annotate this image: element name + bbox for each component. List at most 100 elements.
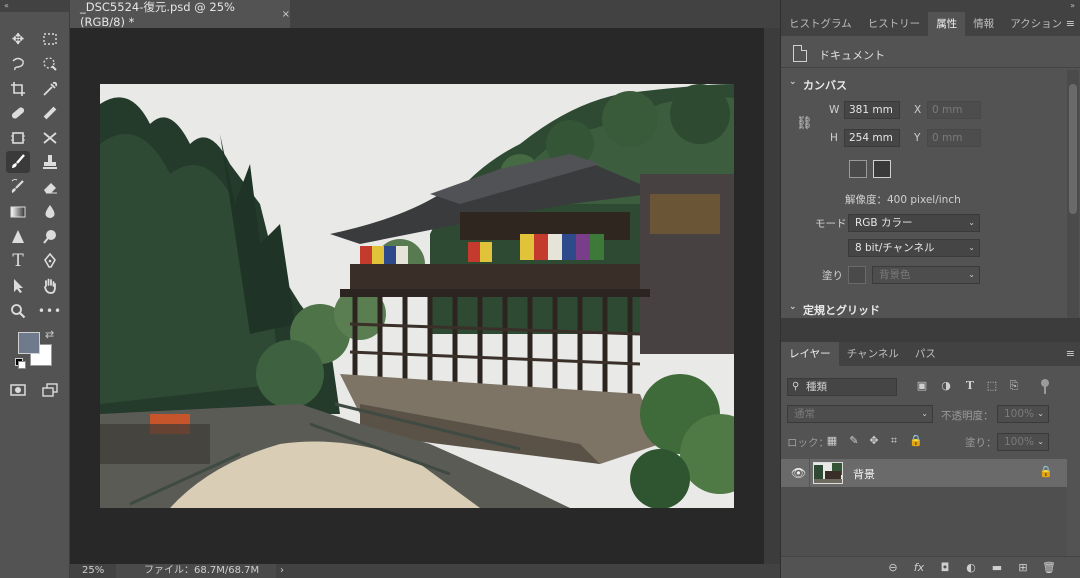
filter-smart-object-icon[interactable]: ⎘ bbox=[1007, 379, 1021, 393]
toolbar-collapse-button[interactable]: « bbox=[0, 0, 70, 12]
more-tools-icon[interactable]: ••• bbox=[38, 300, 62, 322]
portrait-orientation-icon[interactable] bbox=[849, 160, 867, 178]
tab-actions[interactable]: アクション bbox=[1002, 12, 1070, 36]
add-mask-icon[interactable]: ◘ bbox=[937, 560, 953, 576]
tab-histogram[interactable]: ヒストグラム bbox=[781, 12, 860, 36]
stamp-tool-icon[interactable] bbox=[38, 151, 62, 173]
lock-artboard-icon[interactable]: ⌗ bbox=[887, 434, 901, 448]
pen-tool-icon[interactable] bbox=[38, 250, 62, 272]
y-field[interactable]: 0 mm bbox=[927, 129, 981, 147]
tab-channels[interactable]: チャンネル bbox=[839, 342, 907, 366]
tab-properties[interactable]: 属性 bbox=[928, 12, 966, 36]
y-label: Y bbox=[914, 132, 921, 144]
foreground-color-swatch[interactable] bbox=[18, 332, 40, 354]
spot-healing-tool-icon[interactable] bbox=[6, 102, 30, 124]
document-canvas-image[interactable] bbox=[100, 84, 734, 508]
landscape-orientation-icon[interactable] bbox=[873, 160, 891, 178]
gradient-tool-icon[interactable] bbox=[6, 201, 30, 223]
opacity-field[interactable]: 100% ⌄ bbox=[997, 405, 1049, 423]
layer-name[interactable]: 背景 bbox=[853, 466, 875, 482]
close-tab-icon[interactable]: × bbox=[282, 9, 290, 20]
scrollbar-thumb[interactable] bbox=[1069, 84, 1077, 214]
marquee-tool-icon[interactable] bbox=[38, 28, 62, 50]
panel-collapse-button[interactable]: » bbox=[781, 0, 1080, 12]
lock-all-icon[interactable]: 🔒 bbox=[909, 434, 923, 448]
artboard-tool-icon[interactable] bbox=[6, 127, 30, 149]
layer-row[interactable]: 👁 背景 🔒 bbox=[781, 459, 1067, 487]
eraser-tool-icon[interactable] bbox=[38, 176, 62, 198]
dodge-tool-icon[interactable] bbox=[38, 226, 62, 248]
tab-layers[interactable]: レイヤー bbox=[781, 342, 839, 366]
quick-mask-icon[interactable] bbox=[6, 379, 30, 401]
opacity-value: 100% bbox=[1004, 408, 1035, 420]
layer-filter-select[interactable]: 種類 bbox=[787, 378, 897, 396]
default-colors-icon[interactable] bbox=[15, 358, 26, 369]
right-panel-dock: » ヒストグラム ヒストリー 属性 情報 アクション ≡ ドキュメント ⌄ カン… bbox=[780, 0, 1080, 578]
bit-depth-value: 8 bit/チャンネル bbox=[855, 242, 935, 254]
hand-tool-icon[interactable] bbox=[38, 275, 62, 297]
pencil-tool-icon[interactable] bbox=[38, 102, 62, 124]
lasso-tool-icon[interactable] bbox=[6, 53, 30, 75]
zoom-level[interactable]: 25% bbox=[82, 564, 104, 578]
layer-lock-icon[interactable]: 🔒 bbox=[1039, 465, 1053, 478]
history-brush-tool-icon[interactable] bbox=[6, 176, 30, 198]
brush-tool-icon[interactable] bbox=[6, 151, 30, 173]
tab-info[interactable]: 情報 bbox=[965, 12, 1002, 36]
blend-mode-select[interactable]: 通常 ⌄ bbox=[787, 405, 933, 423]
document-tab[interactable]: _DSC5524-復元.psd @ 25% (RGB/8) * × bbox=[70, 0, 290, 29]
path-select-tool-icon[interactable] bbox=[6, 275, 30, 297]
delete-layer-icon[interactable]: 🗑 bbox=[1041, 560, 1057, 576]
crop-tool-icon[interactable] bbox=[6, 78, 30, 100]
rulers-grids-section-header[interactable]: ⌄ 定規とグリッド bbox=[781, 299, 1067, 319]
canvas-section-header[interactable]: ⌄ カンバス bbox=[781, 74, 1067, 94]
new-group-icon[interactable]: ▬ bbox=[989, 560, 1005, 576]
quick-select-tool-icon[interactable] bbox=[38, 53, 62, 75]
vertical-scrollbar[interactable] bbox=[764, 28, 780, 564]
content-aware-move-tool-icon[interactable] bbox=[38, 127, 62, 149]
layers-list-empty-area[interactable] bbox=[781, 487, 1067, 556]
link-dimensions-icon[interactable]: ⛓ bbox=[796, 116, 813, 132]
filter-toggle-icon[interactable] bbox=[1041, 379, 1049, 394]
zoom-tool-icon[interactable] bbox=[6, 300, 30, 322]
swap-colors-icon[interactable]: ⇄ bbox=[45, 328, 54, 341]
lock-position-icon[interactable]: ✥ bbox=[867, 434, 881, 448]
height-field[interactable]: 254 mm bbox=[844, 129, 900, 147]
adjustment-layer-icon[interactable]: ◐ bbox=[963, 560, 979, 576]
status-menu-arrow-icon[interactable]: › bbox=[280, 564, 284, 578]
fill-color-swatch[interactable] bbox=[848, 266, 866, 284]
chevron-down-icon: ⌄ bbox=[789, 302, 797, 312]
layer-fill-field[interactable]: 100% ⌄ bbox=[997, 433, 1049, 451]
filter-adjustment-icon[interactable]: ◑ bbox=[939, 379, 953, 393]
lock-transparent-icon[interactable]: ▦ bbox=[825, 434, 839, 448]
filter-type-icon[interactable]: T bbox=[963, 379, 977, 393]
filter-pixel-icon[interactable]: ▣ bbox=[915, 379, 929, 393]
blur-tool-icon[interactable] bbox=[38, 201, 62, 223]
filter-shape-icon[interactable]: ⬚ bbox=[985, 379, 999, 393]
new-layer-icon[interactable]: ⊞ bbox=[1015, 560, 1031, 576]
color-mode-select[interactable]: RGB カラー ⌄ bbox=[848, 214, 980, 232]
layers-panel-menu-icon[interactable]: ≡ bbox=[1066, 347, 1075, 360]
fx-icon[interactable]: fx bbox=[911, 560, 927, 576]
properties-doc-label: ドキュメント bbox=[819, 49, 885, 62]
tab-paths[interactable]: パス bbox=[907, 342, 944, 366]
screen-mode-icon[interactable] bbox=[38, 379, 62, 401]
panel-divider bbox=[781, 318, 1080, 342]
type-tool-icon[interactable]: T bbox=[6, 250, 30, 272]
visibility-eye-icon[interactable]: 👁 bbox=[791, 466, 806, 480]
link-layers-icon[interactable]: ⊖ bbox=[885, 560, 901, 576]
layers-tab-row: レイヤー チャンネル パス ≡ bbox=[781, 342, 1080, 366]
fill-select[interactable]: 背景色 ⌄ bbox=[872, 266, 980, 284]
tab-history[interactable]: ヒストリー bbox=[860, 12, 929, 36]
panel-menu-icon[interactable]: ≡ bbox=[1066, 17, 1075, 30]
move-tool-icon[interactable]: ✥ bbox=[6, 28, 30, 50]
layer-thumbnail[interactable] bbox=[813, 462, 843, 484]
bit-depth-select[interactable]: 8 bit/チャンネル ⌄ bbox=[848, 239, 980, 257]
layer-fill-value: 100% bbox=[1004, 436, 1035, 448]
x-field[interactable]: 0 mm bbox=[927, 101, 981, 119]
sharpen-tool-icon[interactable] bbox=[6, 226, 30, 248]
width-field[interactable]: 381 mm bbox=[844, 101, 900, 119]
blend-mode-value: 通常 bbox=[794, 408, 815, 420]
lock-image-icon[interactable]: ✎ bbox=[847, 434, 861, 448]
properties-scrollbar[interactable] bbox=[1067, 70, 1079, 318]
eyedropper-tool-icon[interactable] bbox=[38, 78, 62, 100]
